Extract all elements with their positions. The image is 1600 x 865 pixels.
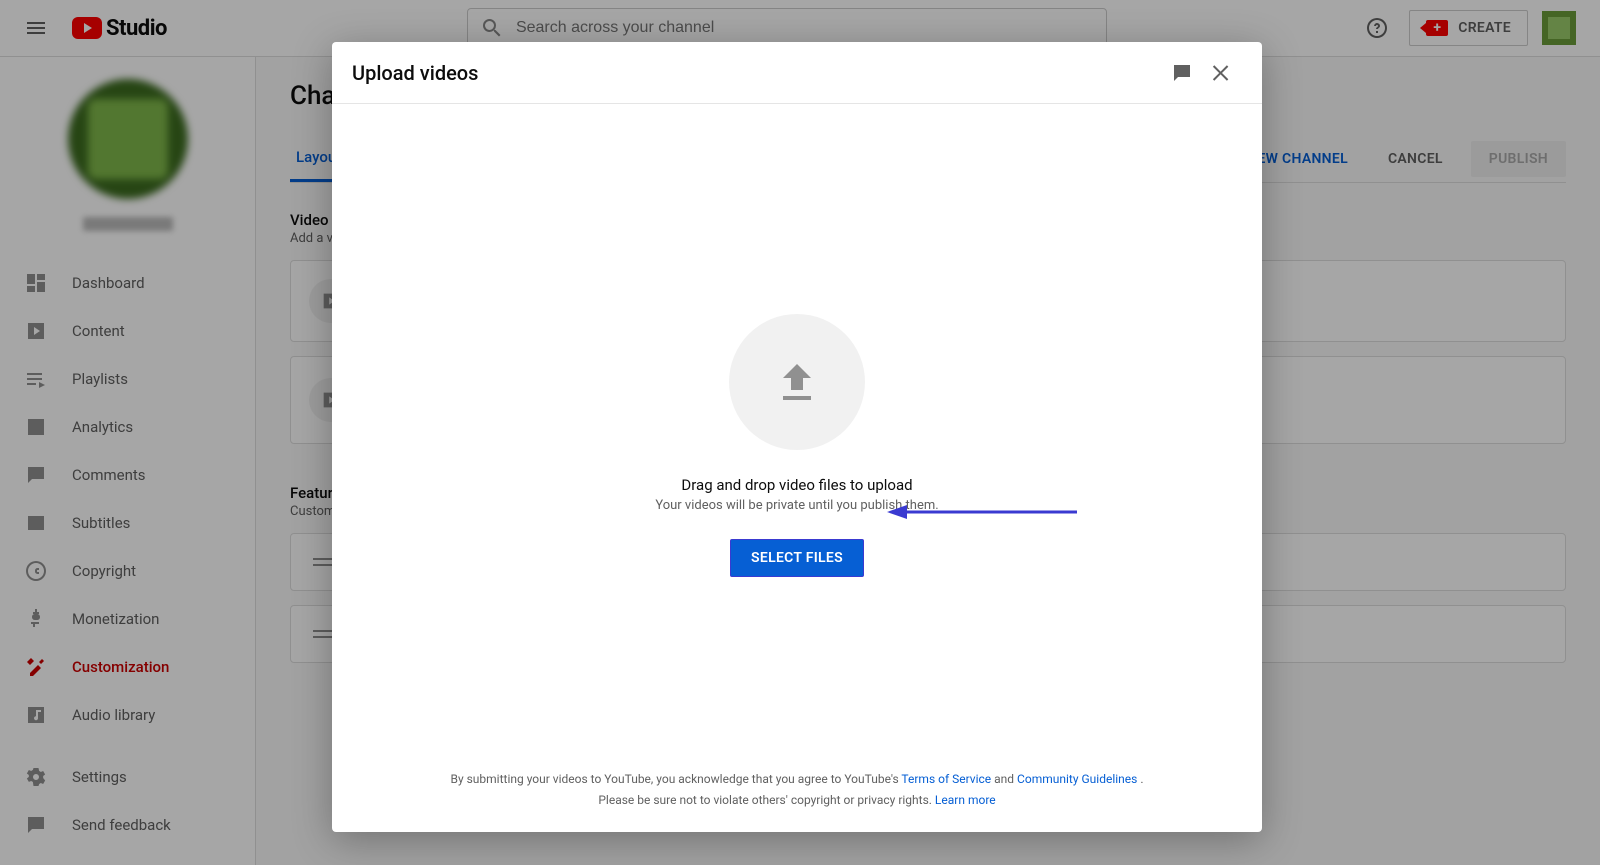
footer-text: Please be sure not to violate others' co… (598, 793, 935, 807)
modal-body: Drag and drop video files to upload Your… (332, 104, 1262, 751)
footer-text: . (1140, 772, 1143, 786)
select-files-button[interactable]: SELECT FILES (730, 539, 864, 577)
modal-header: Upload videos (332, 42, 1262, 104)
guidelines-link[interactable]: Community Guidelines (1017, 772, 1137, 786)
drop-title: Drag and drop video files to upload (681, 476, 912, 494)
modal-title: Upload videos (352, 61, 478, 85)
upload-arrow-icon (773, 358, 821, 406)
tos-link[interactable]: Terms of Service (901, 772, 991, 786)
footer-text: and (994, 772, 1017, 786)
annotation-arrow (887, 502, 1077, 508)
close-icon (1210, 61, 1234, 85)
feedback-icon (1170, 61, 1194, 85)
modal-feedback-button[interactable] (1162, 53, 1202, 93)
select-files-label: SELECT FILES (751, 550, 843, 566)
learn-more-link[interactable]: Learn more (935, 793, 996, 807)
modal-close-button[interactable] (1202, 53, 1242, 93)
upload-drop-circle[interactable] (729, 314, 865, 450)
upload-modal: Upload videos Drag and drop video files … (332, 42, 1262, 832)
footer-text: By submitting your videos to YouTube, yo… (450, 772, 901, 786)
modal-footer: By submitting your videos to YouTube, yo… (332, 751, 1262, 832)
